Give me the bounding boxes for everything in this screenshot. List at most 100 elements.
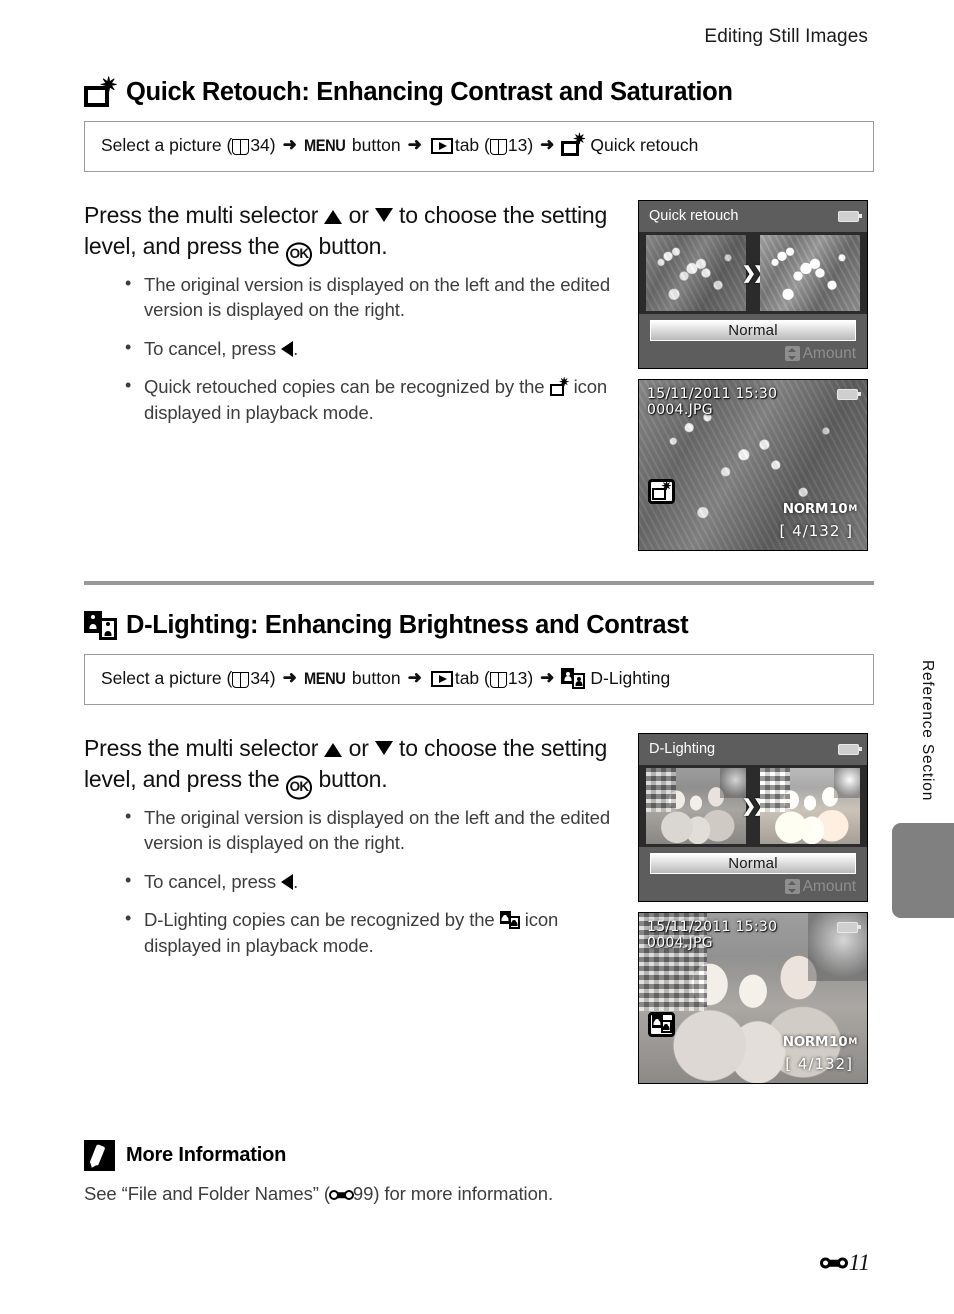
path-final-label: Quick retouch: [590, 135, 699, 155]
list-item: The original version is displayed on the…: [125, 804, 620, 856]
battery-icon: [838, 210, 862, 222]
screen-title-bar: D-Lighting: [639, 733, 867, 765]
list-item: The original version is displayed on the…: [125, 271, 620, 323]
bullet-cancel-suffix: .: [293, 870, 299, 892]
image-quality-indicator: NORM 10 M: [783, 1034, 858, 1050]
path-tab-page: 13: [507, 667, 528, 688]
edited-thumbnail: [760, 234, 860, 311]
quick-retouch-badge: ✷: [648, 478, 675, 504]
up-down-arrows-icon: [784, 879, 800, 895]
playback-date: 15/11/2011 15:30: [647, 918, 778, 935]
arrow-right-icon: ➜: [407, 135, 422, 155]
bullet-cancel-suffix: .: [293, 337, 299, 359]
screen-title: Quick retouch: [649, 208, 739, 225]
up-triangle-icon: [324, 742, 343, 757]
down-triangle-icon: [374, 740, 393, 755]
quick-retouch-heading-text: Quick Retouch: Enhancing Contrast and Sa…: [126, 78, 733, 107]
amount-hint: Amount: [650, 345, 856, 363]
more-info-before: See “File and Folder Names” (: [84, 1182, 330, 1204]
reference-section-icon: [819, 1256, 848, 1271]
quick-retouch-bullet-list: The original version is displayed on the…: [84, 271, 620, 426]
d-lighting-icon: [84, 610, 117, 640]
up-down-arrows-icon: [784, 346, 800, 362]
lead-or: or: [342, 201, 375, 228]
quick-retouch-path-box: Select a picture ( 34 ) ➜ MENU button ➜ …: [84, 121, 874, 172]
bullet-recognize-text: D-Lighting copies can be recognized by t…: [144, 909, 500, 931]
battery-icon: [837, 388, 861, 400]
quick-retouch-icon: ✷: [84, 75, 117, 107]
bullet-cancel-text: To cancel, press: [144, 870, 282, 892]
quick-retouch-menu-screen: Quick retouch ❯❯ Normal Amount: [638, 199, 868, 369]
path-select-close: ): [269, 135, 276, 155]
lead-or: or: [342, 734, 375, 761]
left-triangle-icon: [281, 340, 294, 357]
lead-part-3: button.: [312, 232, 388, 259]
d-lighting-heading-text: D-Lighting: Enhancing Brightness and Con…: [126, 611, 689, 640]
playback-datetime: 15/11/2011 15:30 0004.JPG: [647, 919, 777, 951]
page-content: ✷ Quick Retouch: Enhancing Contrast and …: [84, 75, 874, 1205]
arrow-right-icon: ➜: [282, 668, 297, 688]
bullet-recognize-text: Quick retouched copies can be recognized…: [144, 376, 550, 398]
lead-part-1: Press the multi selector: [84, 734, 325, 761]
image-size-value: 10: [829, 500, 848, 517]
menu-button-glyph: MENU: [303, 136, 346, 156]
quick-retouch-icon: ✷: [549, 376, 569, 397]
page-number: 11: [848, 1250, 870, 1275]
page-header-title: Editing Still Images: [704, 26, 868, 47]
up-triangle-icon: [324, 209, 343, 224]
menu-button-glyph: MENU: [303, 669, 346, 689]
playback-filename: 0004.JPG: [647, 934, 713, 951]
list-item: Quick retouched copies can be recognized…: [125, 373, 620, 425]
path-final-label: D-Lighting: [590, 667, 671, 688]
playback-tab-icon: [430, 137, 453, 154]
list-item: To cancel, press .: [125, 335, 620, 362]
d-lighting-icon: [561, 668, 586, 690]
more-information-header: More Information: [84, 1139, 874, 1171]
arrow-right-icon: ➜: [540, 668, 555, 688]
image-size-unit: M: [848, 503, 857, 514]
screen-title: D-Lighting: [649, 741, 716, 758]
comparison-area: ❯❯: [639, 231, 867, 314]
path-tab-close: ): [527, 667, 534, 688]
quick-retouch-heading: ✷ Quick Retouch: Enhancing Contrast and …: [84, 75, 874, 107]
pencil-icon: [84, 1139, 115, 1171]
book-icon: [489, 671, 507, 688]
quick-retouch-playback-screen: 15/11/2011 15:30 0004.JPG ✷ NORM 10 M [ 4/…: [638, 378, 868, 551]
reference-section-tab: [892, 823, 954, 918]
playback-overlay: 15/11/2011 15:30 0004.JPG NORM 10 M [ 4/13…: [639, 913, 867, 1083]
arrow-right-icon: ➜: [540, 135, 555, 155]
page-footer: 11: [819, 1250, 870, 1276]
path-select-text: Select a picture (: [101, 135, 233, 155]
quick-retouch-screens: Quick retouch ❯❯ Normal Amount 15/11/201…: [638, 199, 870, 551]
path-tab-page: 13: [507, 135, 528, 155]
more-info-after: ) for more information.: [373, 1182, 553, 1204]
path-select-page: 34: [250, 135, 270, 155]
left-triangle-icon: [281, 873, 294, 890]
book-icon: [232, 138, 250, 155]
battery-icon: [838, 743, 862, 755]
section-d-lighting: D-Lighting: Enhancing Brightness and Con…: [84, 610, 874, 1084]
path-select-page: 34: [250, 667, 270, 688]
reference-section-icon: [328, 1189, 354, 1202]
d-lighting-menu-screen: D-Lighting ❯❯ Normal Amount: [638, 732, 868, 902]
level-bar[interactable]: Normal: [650, 319, 856, 341]
d-lighting-badge: [648, 1011, 675, 1037]
d-lighting-instructions: Press the multi selector or to choose th…: [84, 733, 620, 1084]
path-tab-text: tab (: [454, 667, 490, 688]
playback-filename: 0004.JPG: [647, 401, 713, 418]
level-bar[interactable]: Normal: [650, 852, 856, 874]
ok-button-icon: OK: [285, 242, 313, 267]
battery-icon: [837, 921, 861, 933]
d-lighting-lead: Press the multi selector or to choose th…: [84, 733, 620, 800]
path-select-close: ): [269, 667, 276, 688]
section-divider: [84, 580, 874, 585]
section-quick-retouch: ✷ Quick Retouch: Enhancing Contrast and …: [84, 75, 874, 551]
image-quality-indicator: NORM 10 M: [783, 500, 858, 517]
d-lighting-bullet-list: The original version is displayed on the…: [84, 804, 620, 959]
path-menu-suffix: button: [351, 667, 401, 688]
d-lighting-screens: D-Lighting ❯❯ Normal Amount 15/11/2011 1…: [638, 732, 870, 1084]
screen-title-bar: Quick retouch: [639, 200, 867, 232]
quick-retouch-instructions: Press the multi selector or to choose th…: [84, 200, 620, 551]
more-information-title: More Information: [126, 1143, 287, 1166]
level-selector-area: Normal Amount: [639, 846, 867, 901]
